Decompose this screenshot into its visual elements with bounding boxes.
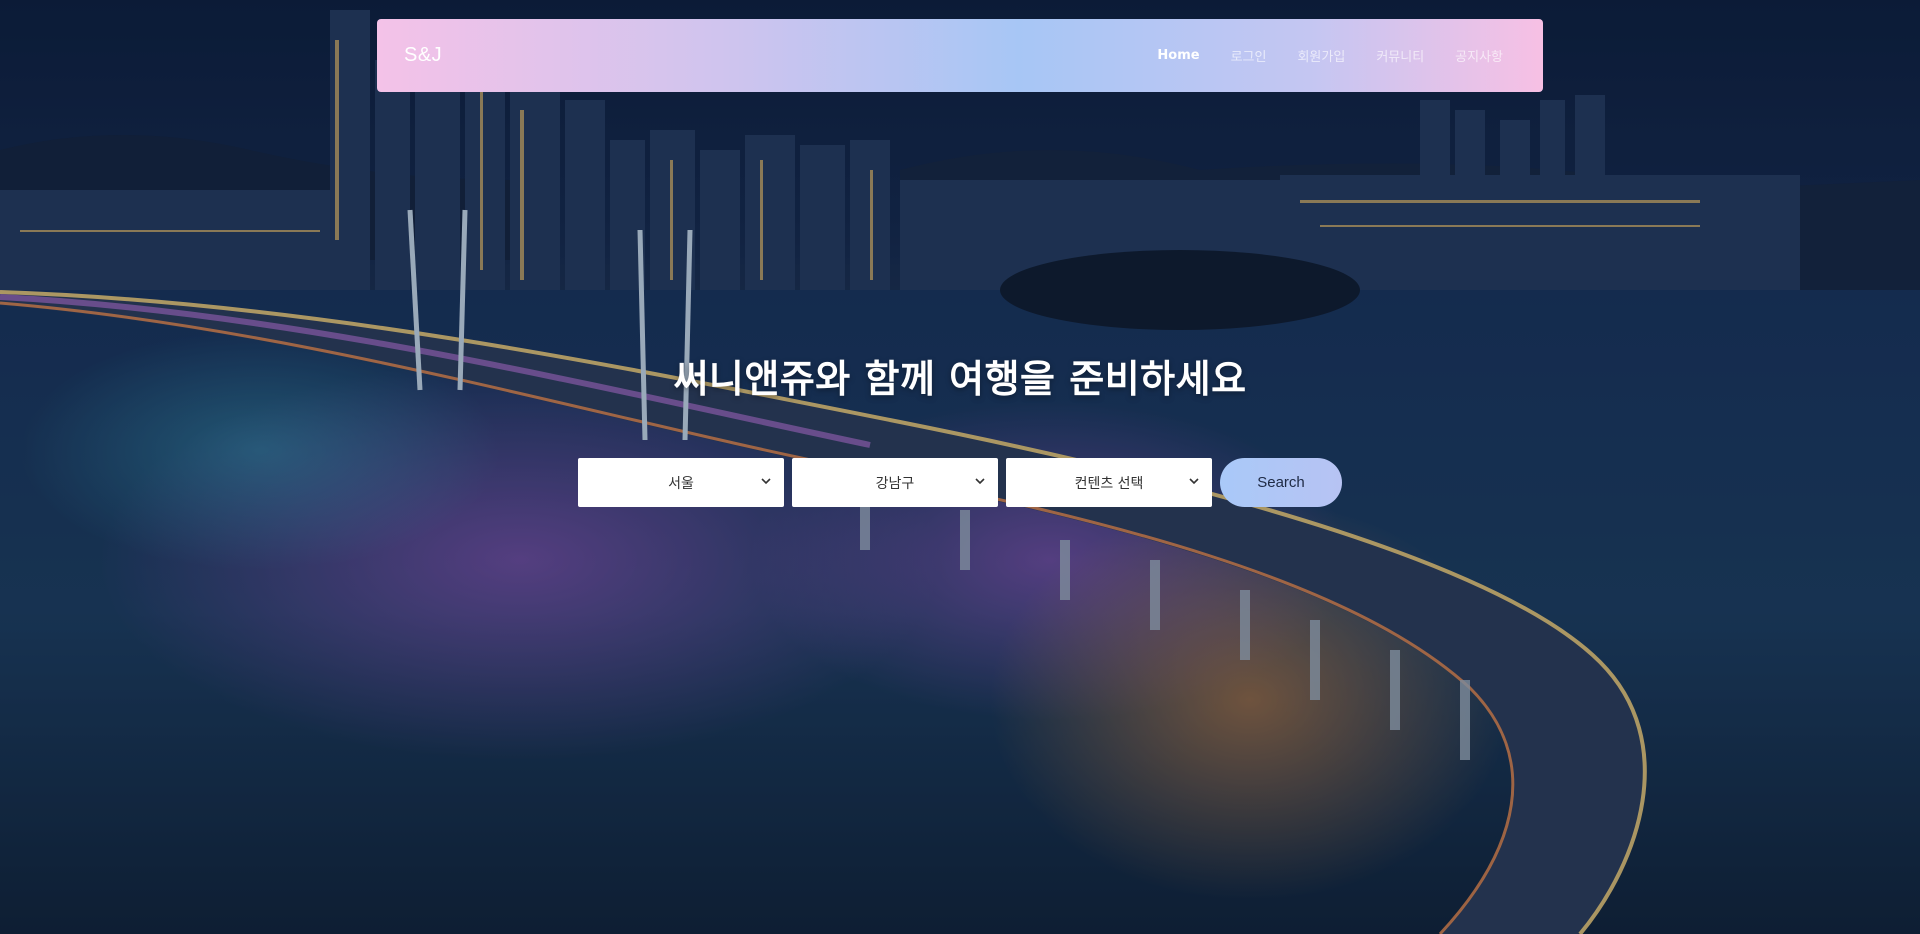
- nav-links: Home 로그인 회원가입 커뮤니티 공지사항: [1126, 46, 1503, 65]
- nav-link-signup[interactable]: 회원가입: [1297, 46, 1345, 65]
- chevron-down-icon: [1189, 478, 1199, 485]
- chevron-down-icon: [975, 478, 985, 485]
- nav-link-home[interactable]: Home: [1157, 48, 1199, 63]
- content-select-value: 컨텐츠 선택: [1074, 475, 1144, 492]
- nav-link-community[interactable]: 커뮤니티: [1376, 46, 1424, 65]
- chevron-down-icon: [761, 478, 771, 485]
- nav-link-notice[interactable]: 공지사항: [1455, 46, 1503, 65]
- search-button[interactable]: Search: [1220, 458, 1342, 507]
- city-select-value: 서울: [668, 475, 694, 492]
- content-select[interactable]: 컨텐츠 선택: [1006, 458, 1212, 507]
- city-select[interactable]: 서울: [578, 458, 784, 507]
- hero-section: S&J Home 로그인 회원가입 커뮤니티 공지사항 써니앤쥬와 함께 여행을…: [0, 0, 1920, 934]
- district-select[interactable]: 강남구: [792, 458, 998, 507]
- nav-link-login[interactable]: 로그인: [1231, 46, 1267, 65]
- search-bar: 서울 강남구 컨텐츠 선택 Search: [578, 458, 1342, 507]
- brand-logo[interactable]: S&J: [404, 44, 442, 67]
- district-select-value: 강남구: [875, 475, 915, 492]
- top-navbar: S&J Home 로그인 회원가입 커뮤니티 공지사항: [377, 19, 1543, 92]
- hero-headline: 써니앤쥬와 함께 여행을 준비하세요: [673, 357, 1247, 401]
